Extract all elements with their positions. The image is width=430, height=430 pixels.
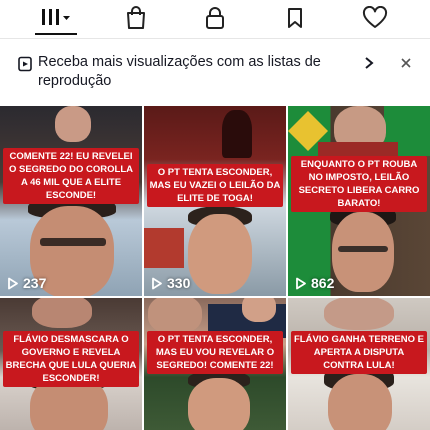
- saved-tab[interactable]: [277, 0, 313, 36]
- video-caption: COMENTE 22! EU REVELEI O SEGREDO DO CORO…: [3, 148, 139, 204]
- heart-icon: [362, 6, 388, 28]
- video-caption: O PT TENTA ESCONDER, MAS EU VOU REVELAR …: [147, 331, 283, 374]
- video-caption: FLÁVIO GANHA TERRENO E APERTA A DISPUTA …: [291, 331, 427, 374]
- shopping-bag-icon: [127, 6, 145, 29]
- playlist-icon: [18, 56, 32, 72]
- video-caption: FLÁVIO DESMASCARA O GOVERNO E REVELA BRE…: [3, 331, 139, 387]
- banner-text: Receba mais visualizações com as listas …: [38, 54, 321, 89]
- view-count: 330: [151, 275, 190, 291]
- view-count-value: 862: [311, 275, 335, 291]
- video-thumbnail[interactable]: FLÁVIO GANHA TERRENO E APERTA A DISPUTA …: [288, 298, 430, 430]
- lock-icon: [206, 7, 224, 29]
- video-caption: ENQUANTO O PT ROUBA NO IMPOSTO, LEILÃO S…: [291, 156, 427, 212]
- video-thumbnail[interactable]: O PT TENTA ESCONDER, MAS EU VOU REVELAR …: [144, 298, 286, 430]
- view-count: 862: [295, 275, 334, 291]
- video-grid: COMENTE 22! EU REVELEI O SEGREDO DO CORO…: [0, 106, 430, 430]
- chevron-down-icon: [63, 16, 70, 20]
- video-thumbnail[interactable]: FLÁVIO DESMASCARA O GOVERNO E REVELA BRE…: [0, 298, 142, 430]
- liked-tab[interactable]: [356, 0, 394, 36]
- bookmark-icon: [288, 8, 302, 28]
- view-count-value: 330: [167, 275, 191, 291]
- active-tab-indicator: [35, 33, 77, 35]
- grid-icon: [42, 9, 70, 25]
- playlist-banner[interactable]: Receba mais visualizações com as listas …: [0, 48, 430, 100]
- video-thumbnail[interactable]: O PT TENTA ESCONDER, MAS EU VAZEI O LEIL…: [144, 106, 286, 296]
- view-count-value: 237: [23, 275, 47, 291]
- video-thumbnail[interactable]: COMENTE 22! EU REVELEI O SEGREDO DO CORO…: [0, 106, 142, 296]
- close-icon[interactable]: [400, 57, 412, 69]
- video-caption: O PT TENTA ESCONDER, MAS EU VAZEI O LEIL…: [147, 164, 283, 207]
- play-icon: [8, 277, 18, 289]
- shop-tab[interactable]: [118, 0, 154, 36]
- play-icon: [296, 277, 306, 289]
- profile-tab-bar: [0, 0, 430, 40]
- private-tab[interactable]: [197, 0, 233, 36]
- play-icon: [152, 277, 162, 289]
- video-thumbnail[interactable]: ENQUANTO O PT ROUBA NO IMPOSTO, LEILÃO S…: [288, 106, 430, 296]
- videos-tab[interactable]: [30, 0, 82, 36]
- chevron-right-icon[interactable]: [363, 56, 375, 70]
- tab-divider: [0, 38, 430, 39]
- view-count: 237: [7, 275, 46, 291]
